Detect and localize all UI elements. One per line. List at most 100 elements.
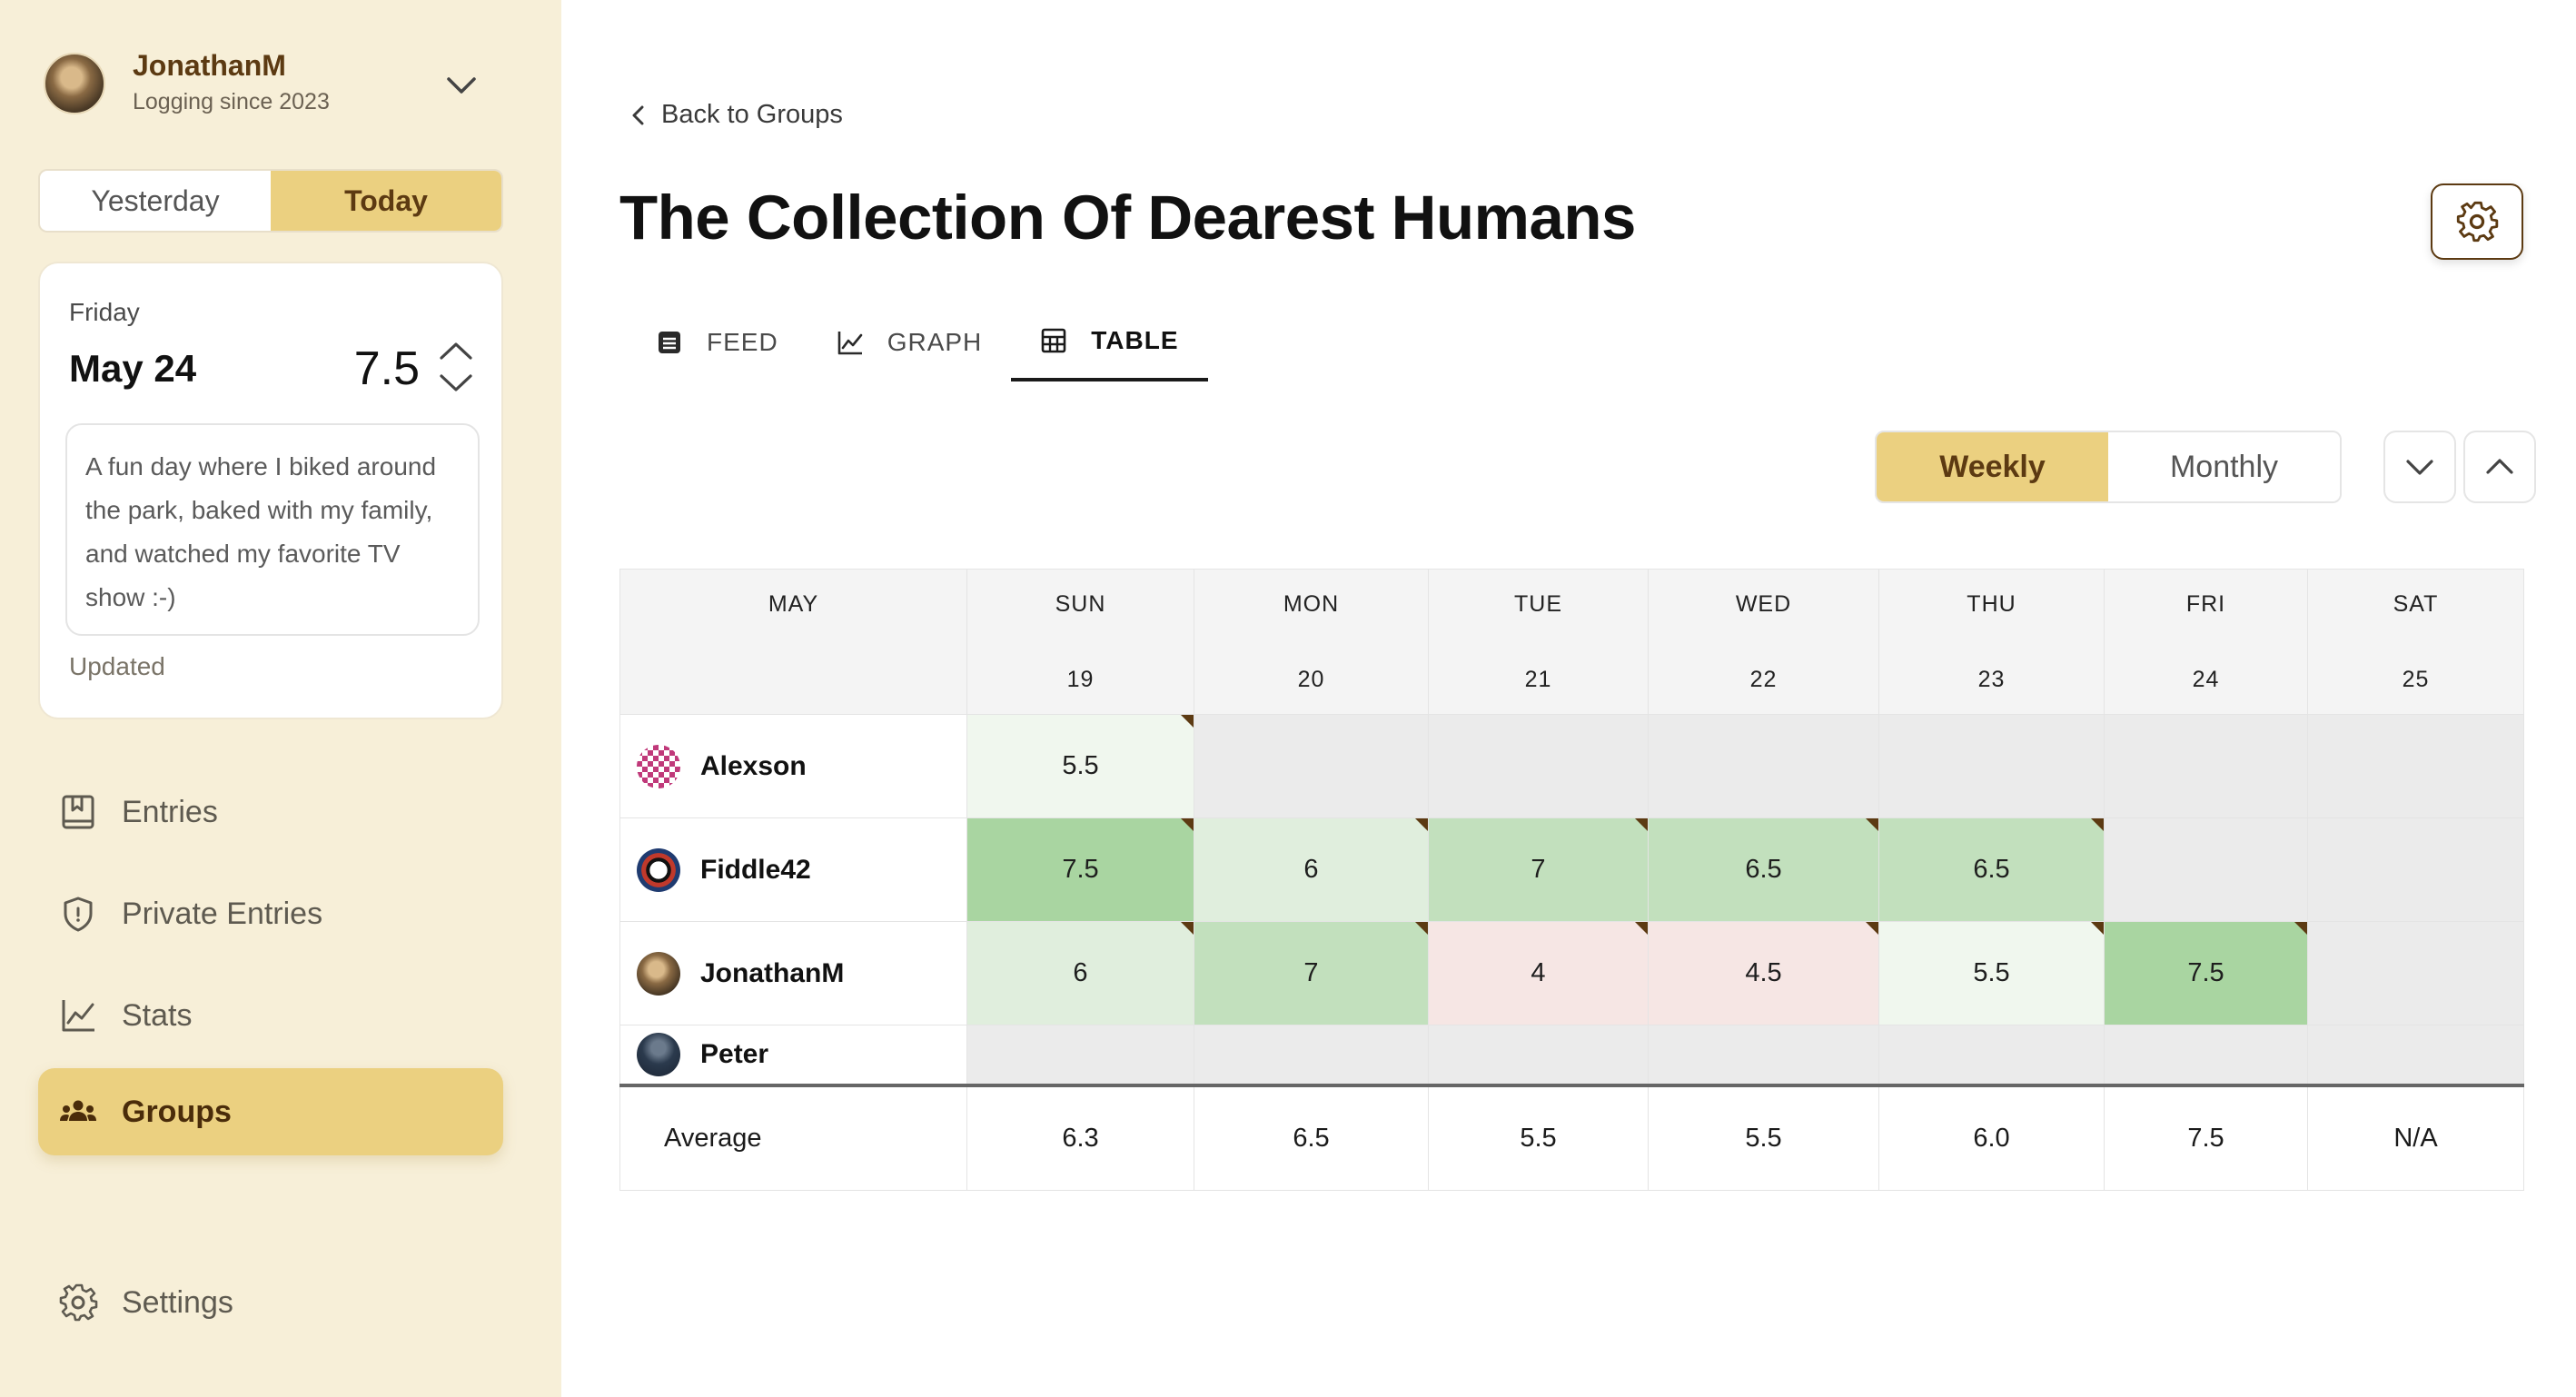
avatar	[637, 951, 680, 996]
empty-score-cell	[2307, 1025, 2524, 1085]
next-period-button[interactable]	[2383, 431, 2456, 503]
member-name: Alexson	[700, 750, 807, 781]
sidebar-item-label: Stats	[122, 997, 193, 1033]
score-cell[interactable]: 6	[966, 921, 1194, 1025]
member-cell[interactable]: Alexson	[619, 714, 967, 818]
score-cell[interactable]: 7.5	[2104, 921, 2308, 1025]
average-cell: 5.5	[1428, 1083, 1649, 1191]
gear-icon	[59, 1283, 98, 1322]
sidebar-item-entries[interactable]: Entries	[38, 768, 503, 856]
day-header: SUN 19	[966, 569, 1194, 715]
empty-score-cell	[2307, 921, 2524, 1025]
empty-score-cell	[966, 1025, 1194, 1085]
chevron-down-icon[interactable]	[443, 67, 480, 104]
view-tabs: FEED GRAPH TABLE	[627, 303, 1208, 385]
tab-label: TABLE	[1091, 326, 1179, 354]
score-cell[interactable]: 6.5	[1648, 817, 1879, 922]
member-cell[interactable]: Peter	[619, 1025, 967, 1085]
feed-icon	[659, 332, 680, 353]
score-cell[interactable]: 4.5	[1648, 921, 1879, 1025]
day-header: THU 23	[1878, 569, 2105, 715]
back-to-groups-link[interactable]: Back to Groups	[630, 100, 843, 130]
day-card: Friday May 24 7.5 A fun day where I bike…	[38, 262, 503, 719]
day-weekday: Friday	[69, 298, 140, 326]
score-cell[interactable]: 7	[1194, 921, 1429, 1025]
sidebar-item-label: Groups	[122, 1094, 232, 1129]
member-name: Fiddle42	[700, 854, 811, 885]
score-cell[interactable]: 6.5	[1878, 817, 2105, 922]
day-header: WED 22	[1648, 569, 1879, 715]
tab-label: FEED	[707, 328, 778, 356]
book-icon	[62, 795, 94, 829]
empty-score-cell	[2104, 714, 2308, 818]
table-header: MAY SUN 19 MON 20 TUE 21 WED 22 THU 23 FRI 24 …	[619, 569, 2524, 715]
empty-score-cell	[1194, 714, 1429, 818]
tab-table[interactable]: TABLE	[1011, 303, 1208, 381]
chevron-down-icon	[2406, 460, 2433, 475]
empty-score-cell	[1878, 714, 2105, 818]
average-row: Average 6.3 6.5 5.5 5.5 6.0 7.5 N/A	[619, 1083, 2524, 1191]
user-menu[interactable]: JonathanM Logging since 2023	[44, 47, 507, 125]
empty-score-cell	[2104, 1025, 2308, 1085]
empty-score-cell	[1878, 1025, 2105, 1085]
day-header: FRI 24	[2104, 569, 2308, 715]
score-cell[interactable]: 5.5	[966, 714, 1194, 818]
table-footer: Average 6.3 6.5 5.5 5.5 6.0 7.5 N/A	[619, 1083, 2524, 1191]
monthly-button[interactable]: Monthly	[2108, 432, 2340, 501]
avatar	[637, 1032, 680, 1076]
empty-score-cell	[2307, 817, 2524, 922]
table-body: Alexson 5.5 Fiddle42 7.5 6 7 6.5 6.5 JonathanM 6 7…	[619, 714, 2524, 1085]
table-row: Fiddle42 7.5 6 7 6.5 6.5	[619, 817, 2524, 922]
score-cell[interactable]: 4	[1428, 921, 1649, 1025]
tab-feed[interactable]: FEED	[627, 303, 807, 381]
average-cell: 6.5	[1194, 1083, 1429, 1191]
sidebar-item-settings[interactable]: Settings	[38, 1259, 503, 1346]
sidebar-item-stats[interactable]: Stats	[38, 972, 503, 1059]
empty-score-cell	[1648, 1025, 1879, 1085]
line-chart-icon	[837, 332, 862, 355]
tab-label: GRAPH	[887, 328, 983, 356]
chevron-left-icon	[632, 105, 644, 124]
empty-score-cell	[1648, 714, 1879, 818]
member-cell[interactable]: Fiddle42	[619, 817, 967, 922]
sidebar-item-label: Settings	[122, 1284, 233, 1320]
day-date: May 24	[69, 347, 197, 390]
month-header: MAY	[619, 569, 967, 715]
average-cell: 6.3	[966, 1083, 1194, 1191]
today-button[interactable]: Today	[271, 171, 501, 231]
empty-score-cell	[2104, 817, 2308, 922]
member-cell[interactable]: JonathanM	[619, 921, 967, 1025]
average-cell: N/A	[2307, 1083, 2524, 1191]
period-toggle: Weekly Monthly	[1875, 431, 2342, 503]
sidebar-item-private-entries[interactable]: Private Entries	[38, 870, 503, 957]
table-row: JonathanM 6 7 4 4.5 5.5 7.5	[619, 921, 2524, 1025]
page-title: The Collection Of Dearest Humans	[619, 183, 1636, 253]
gear-icon	[2456, 201, 2499, 243]
average-cell: 5.5	[1648, 1083, 1879, 1191]
score-cell[interactable]: 6	[1194, 817, 1429, 922]
weekly-button[interactable]: Weekly	[1877, 432, 2108, 501]
sidebar-item-groups[interactable]: Groups	[38, 1068, 503, 1155]
table-row: Peter	[619, 1025, 2524, 1085]
day-header: MON 20	[1194, 569, 1429, 715]
tab-graph[interactable]: GRAPH	[807, 303, 1012, 381]
sidebar-item-label: Entries	[122, 794, 218, 829]
table-row: Alexson 5.5	[619, 714, 2524, 818]
previous-period-button[interactable]	[2463, 431, 2536, 503]
day-note-field[interactable]: A fun day where I biked around the park,…	[65, 423, 480, 636]
score-stepper-icon[interactable]	[436, 340, 476, 394]
line-chart-icon	[62, 1000, 94, 1032]
day-header: TUE 21	[1428, 569, 1649, 715]
average-cell: 6.0	[1878, 1083, 2105, 1191]
yesterday-button[interactable]: Yesterday	[40, 171, 271, 231]
avatar	[637, 744, 680, 788]
scores-table: MAY SUN 19 MON 20 TUE 21 WED 22 THU 23 FRI 24 …	[619, 569, 2524, 1191]
group-settings-button[interactable]	[2431, 183, 2523, 260]
empty-score-cell	[2307, 714, 2524, 818]
avatar	[637, 847, 680, 892]
score-cell[interactable]: 7	[1428, 817, 1649, 922]
day-header: SAT 25	[2307, 569, 2524, 715]
score-cell[interactable]: 7.5	[966, 817, 1194, 922]
sidebar: JonathanM Logging since 2023 Yesterday T…	[0, 0, 561, 1397]
score-cell[interactable]: 5.5	[1878, 921, 2105, 1025]
